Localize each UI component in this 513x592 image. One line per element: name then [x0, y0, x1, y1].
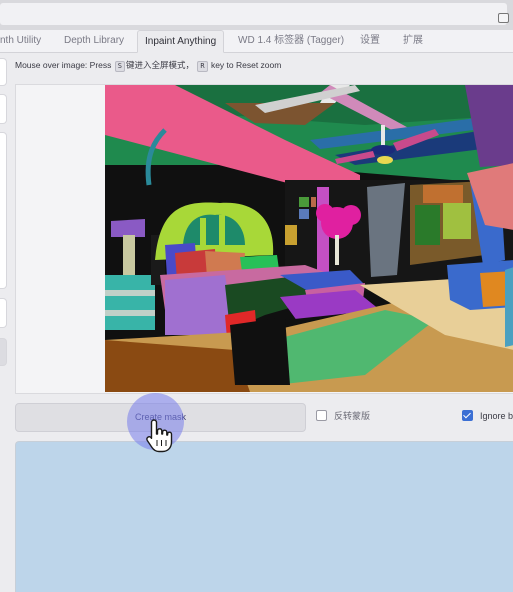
key-fullscreen: S — [114, 61, 125, 72]
segmentation-image-panel[interactable] — [15, 84, 513, 394]
invert-mask-label: 反转蒙版 — [334, 411, 371, 421]
hint-prefix: Mouse over image: Press — [15, 60, 112, 70]
tab-inpaint-anything[interactable]: Inpaint Anything — [137, 30, 225, 53]
sidebar-fragment[interactable] — [0, 338, 7, 366]
top-input-box[interactable] — [0, 3, 507, 25]
ignore-black-option[interactable]: Ignore bla — [462, 410, 513, 424]
tab-depth-utility[interactable]: nth Utility — [0, 30, 41, 52]
ignore-black-label: Ignore bla — [480, 411, 513, 421]
key-reset: R — [197, 61, 208, 72]
mask-output-panel[interactable] — [15, 441, 513, 592]
tab-settings[interactable]: 设置 — [360, 30, 380, 52]
sidebar-fragment — [0, 94, 7, 124]
tab-tagger[interactable]: WD 1.4 标签器 (Tagger) — [238, 30, 344, 52]
window-corner-icon[interactable] — [498, 13, 509, 23]
top-strip — [0, 0, 513, 30]
segmentation-image[interactable] — [105, 85, 513, 392]
invert-mask-option[interactable]: 反转蒙版 — [316, 410, 370, 424]
sidebar-fragment — [0, 298, 7, 328]
tab-depth-library[interactable]: Depth Library — [64, 30, 124, 52]
sidebar-fragment — [0, 58, 7, 86]
tab-extensions[interactable]: 扩展 — [403, 30, 423, 52]
sidebar-fragment — [0, 132, 7, 289]
hand-pointer-cursor-icon — [146, 419, 173, 453]
hint-fullscreen-text: 键进入全屏模式， — [125, 60, 194, 70]
ignore-black-checkbox[interactable] — [462, 410, 473, 421]
zoom-hint: Mouse over image: Press S 键进入全屏模式， R key … — [15, 59, 281, 72]
tab-bar: nth Utility Depth Library Inpaint Anythi… — [0, 30, 513, 53]
invert-mask-checkbox[interactable] — [316, 410, 327, 421]
hint-reset-text: key to Reset zoom — [210, 60, 282, 70]
